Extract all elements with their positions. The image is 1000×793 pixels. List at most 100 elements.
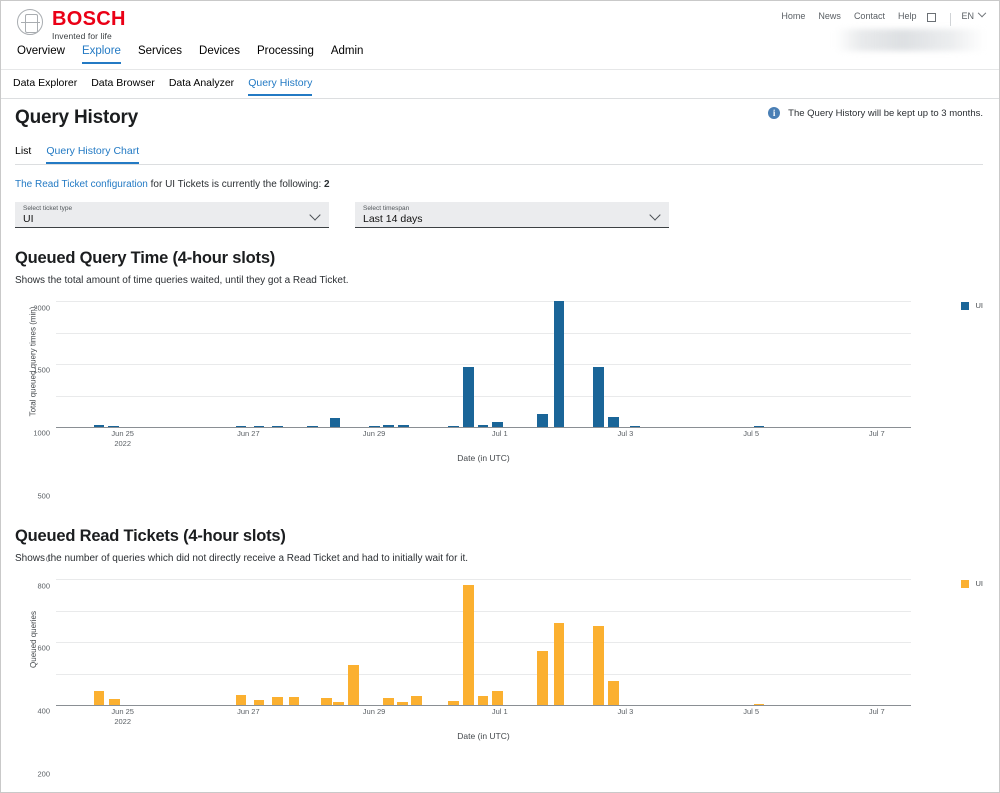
read-ticket-config-value: 2	[324, 179, 330, 190]
read-ticket-config-link[interactable]: The Read Ticket configuration	[15, 179, 148, 190]
nav-item-services[interactable]: Services	[138, 45, 182, 63]
bosch-anchor-icon	[17, 9, 43, 35]
bar[interactable]	[254, 700, 265, 706]
chevron-down-icon[interactable]	[978, 9, 986, 17]
bar[interactable]	[754, 704, 765, 705]
bar[interactable]	[348, 665, 359, 705]
bar[interactable]	[236, 695, 247, 705]
bar[interactable]	[254, 426, 265, 427]
plot-area: Queued queries 0200400600800 Jun 252022J…	[1, 573, 999, 723]
ticket-type-select[interactable]: Select ticket type UI	[15, 202, 329, 228]
chart-legend: UI	[961, 301, 984, 310]
read-ticket-config-text: for UI Tickets is currently the followin…	[148, 179, 324, 190]
utility-link-help[interactable]: Help	[898, 11, 917, 21]
bar[interactable]	[448, 426, 459, 427]
main-navigation: Overview Explore Services Devices Proces…	[1, 45, 999, 69]
bar[interactable]	[554, 623, 565, 705]
bar[interactable]	[478, 425, 489, 427]
plot-grid: 0200400600800	[56, 573, 911, 705]
nav-item-devices[interactable]: Devices	[199, 45, 240, 63]
x-axis-tick: Jul 7	[869, 429, 885, 439]
bar[interactable]	[333, 702, 344, 705]
bar[interactable]	[94, 425, 105, 427]
timespan-select-value: Last 14 days	[363, 213, 643, 226]
fullscreen-icon[interactable]	[927, 13, 936, 22]
page-content: Query History i The Query History will b…	[1, 99, 999, 792]
bar[interactable]	[463, 367, 474, 427]
nav-item-overview[interactable]: Overview	[17, 45, 65, 63]
bar[interactable]	[554, 301, 565, 427]
bar[interactable]	[608, 681, 619, 705]
chart-legend: UI	[961, 579, 984, 588]
bar[interactable]	[411, 696, 422, 705]
bar[interactable]	[289, 697, 300, 705]
bar[interactable]	[478, 696, 489, 705]
bar[interactable]	[272, 697, 283, 705]
legend-swatch-ui	[961, 302, 969, 310]
chevron-down-icon[interactable]	[649, 209, 660, 220]
chevron-down-icon[interactable]	[309, 209, 320, 220]
utility-link-home[interactable]: Home	[781, 11, 805, 21]
bar[interactable]	[108, 426, 119, 427]
bar[interactable]	[593, 626, 604, 705]
tab-divider	[15, 164, 983, 165]
y-axis-tick: 400	[37, 707, 50, 716]
bar[interactable]	[383, 425, 394, 427]
bar[interactable]	[94, 691, 105, 705]
language-selector[interactable]: EN	[961, 11, 974, 21]
app-window: Home News Contact Help EN BOSCH Invented…	[0, 0, 1000, 793]
read-ticket-config-line: The Read Ticket configuration for UI Tic…	[15, 179, 330, 190]
x-axis-tick: Jul 7	[869, 707, 885, 717]
sub-nav-item-query-history[interactable]: Query History	[248, 77, 312, 95]
bar[interactable]	[608, 417, 619, 427]
sub-nav-item-data-analyzer[interactable]: Data Analyzer	[169, 77, 234, 95]
x-axis-label: Date (in UTC)	[56, 731, 911, 741]
x-axis-tick: Jun 29	[363, 707, 386, 717]
x-axis-tick: Jun 252022	[111, 429, 134, 449]
tab-list[interactable]: List	[15, 145, 31, 164]
x-axis-label: Date (in UTC)	[56, 453, 911, 463]
bar[interactable]	[448, 701, 459, 705]
bar[interactable]	[754, 426, 765, 427]
tab-query-history-chart[interactable]: Query History Chart	[46, 145, 139, 164]
bar[interactable]	[492, 422, 503, 427]
bar[interactable]	[593, 367, 604, 427]
bar[interactable]	[330, 418, 341, 427]
bar[interactable]	[537, 651, 548, 705]
gridline: 0	[56, 705, 911, 706]
nav-item-admin[interactable]: Admin	[331, 45, 364, 63]
timespan-select-label: Select timespan	[363, 204, 643, 213]
bar[interactable]	[492, 691, 503, 705]
timespan-select[interactable]: Select timespan Last 14 days	[355, 202, 669, 228]
y-axis-tick: 1500	[33, 366, 50, 375]
nav-item-explore[interactable]: Explore	[82, 45, 121, 63]
x-axis-tick: Jul 5	[743, 707, 759, 717]
page-title: Query History	[15, 107, 138, 129]
utility-link-contact[interactable]: Contact	[854, 11, 885, 21]
bar[interactable]	[383, 698, 394, 705]
bar[interactable]	[369, 426, 380, 427]
tab-bar: List Query History Chart	[15, 145, 154, 164]
bar[interactable]	[307, 426, 318, 427]
ticket-type-select-value: UI	[23, 213, 303, 226]
bar[interactable]	[397, 702, 408, 705]
x-axis-tick: Jul 1	[492, 429, 508, 439]
bar[interactable]	[321, 698, 332, 705]
x-axis-tick: Jun 29	[363, 429, 386, 439]
nav-item-processing[interactable]: Processing	[257, 45, 314, 63]
info-icon: i	[768, 107, 780, 119]
info-note: i The Query History will be kept up to 3…	[768, 107, 983, 119]
bar[interactable]	[272, 426, 283, 427]
bar[interactable]	[463, 585, 474, 705]
bar[interactable]	[630, 426, 641, 427]
bar[interactable]	[398, 425, 409, 427]
x-axis: Jun 252022Jun 27Jun 29Jul 1Jul 3Jul 5Jul…	[56, 707, 911, 733]
bar[interactable]	[109, 699, 120, 705]
bar[interactable]	[236, 426, 247, 427]
chart-subtitle: Shows the total amount of time queries w…	[15, 275, 349, 286]
utility-link-news[interactable]: News	[818, 11, 841, 21]
bar[interactable]	[537, 414, 548, 428]
sub-nav-item-data-explorer[interactable]: Data Explorer	[13, 77, 77, 95]
sub-nav-item-data-browser[interactable]: Data Browser	[91, 77, 155, 95]
brand-logo[interactable]: BOSCH Invented for life	[17, 9, 126, 41]
